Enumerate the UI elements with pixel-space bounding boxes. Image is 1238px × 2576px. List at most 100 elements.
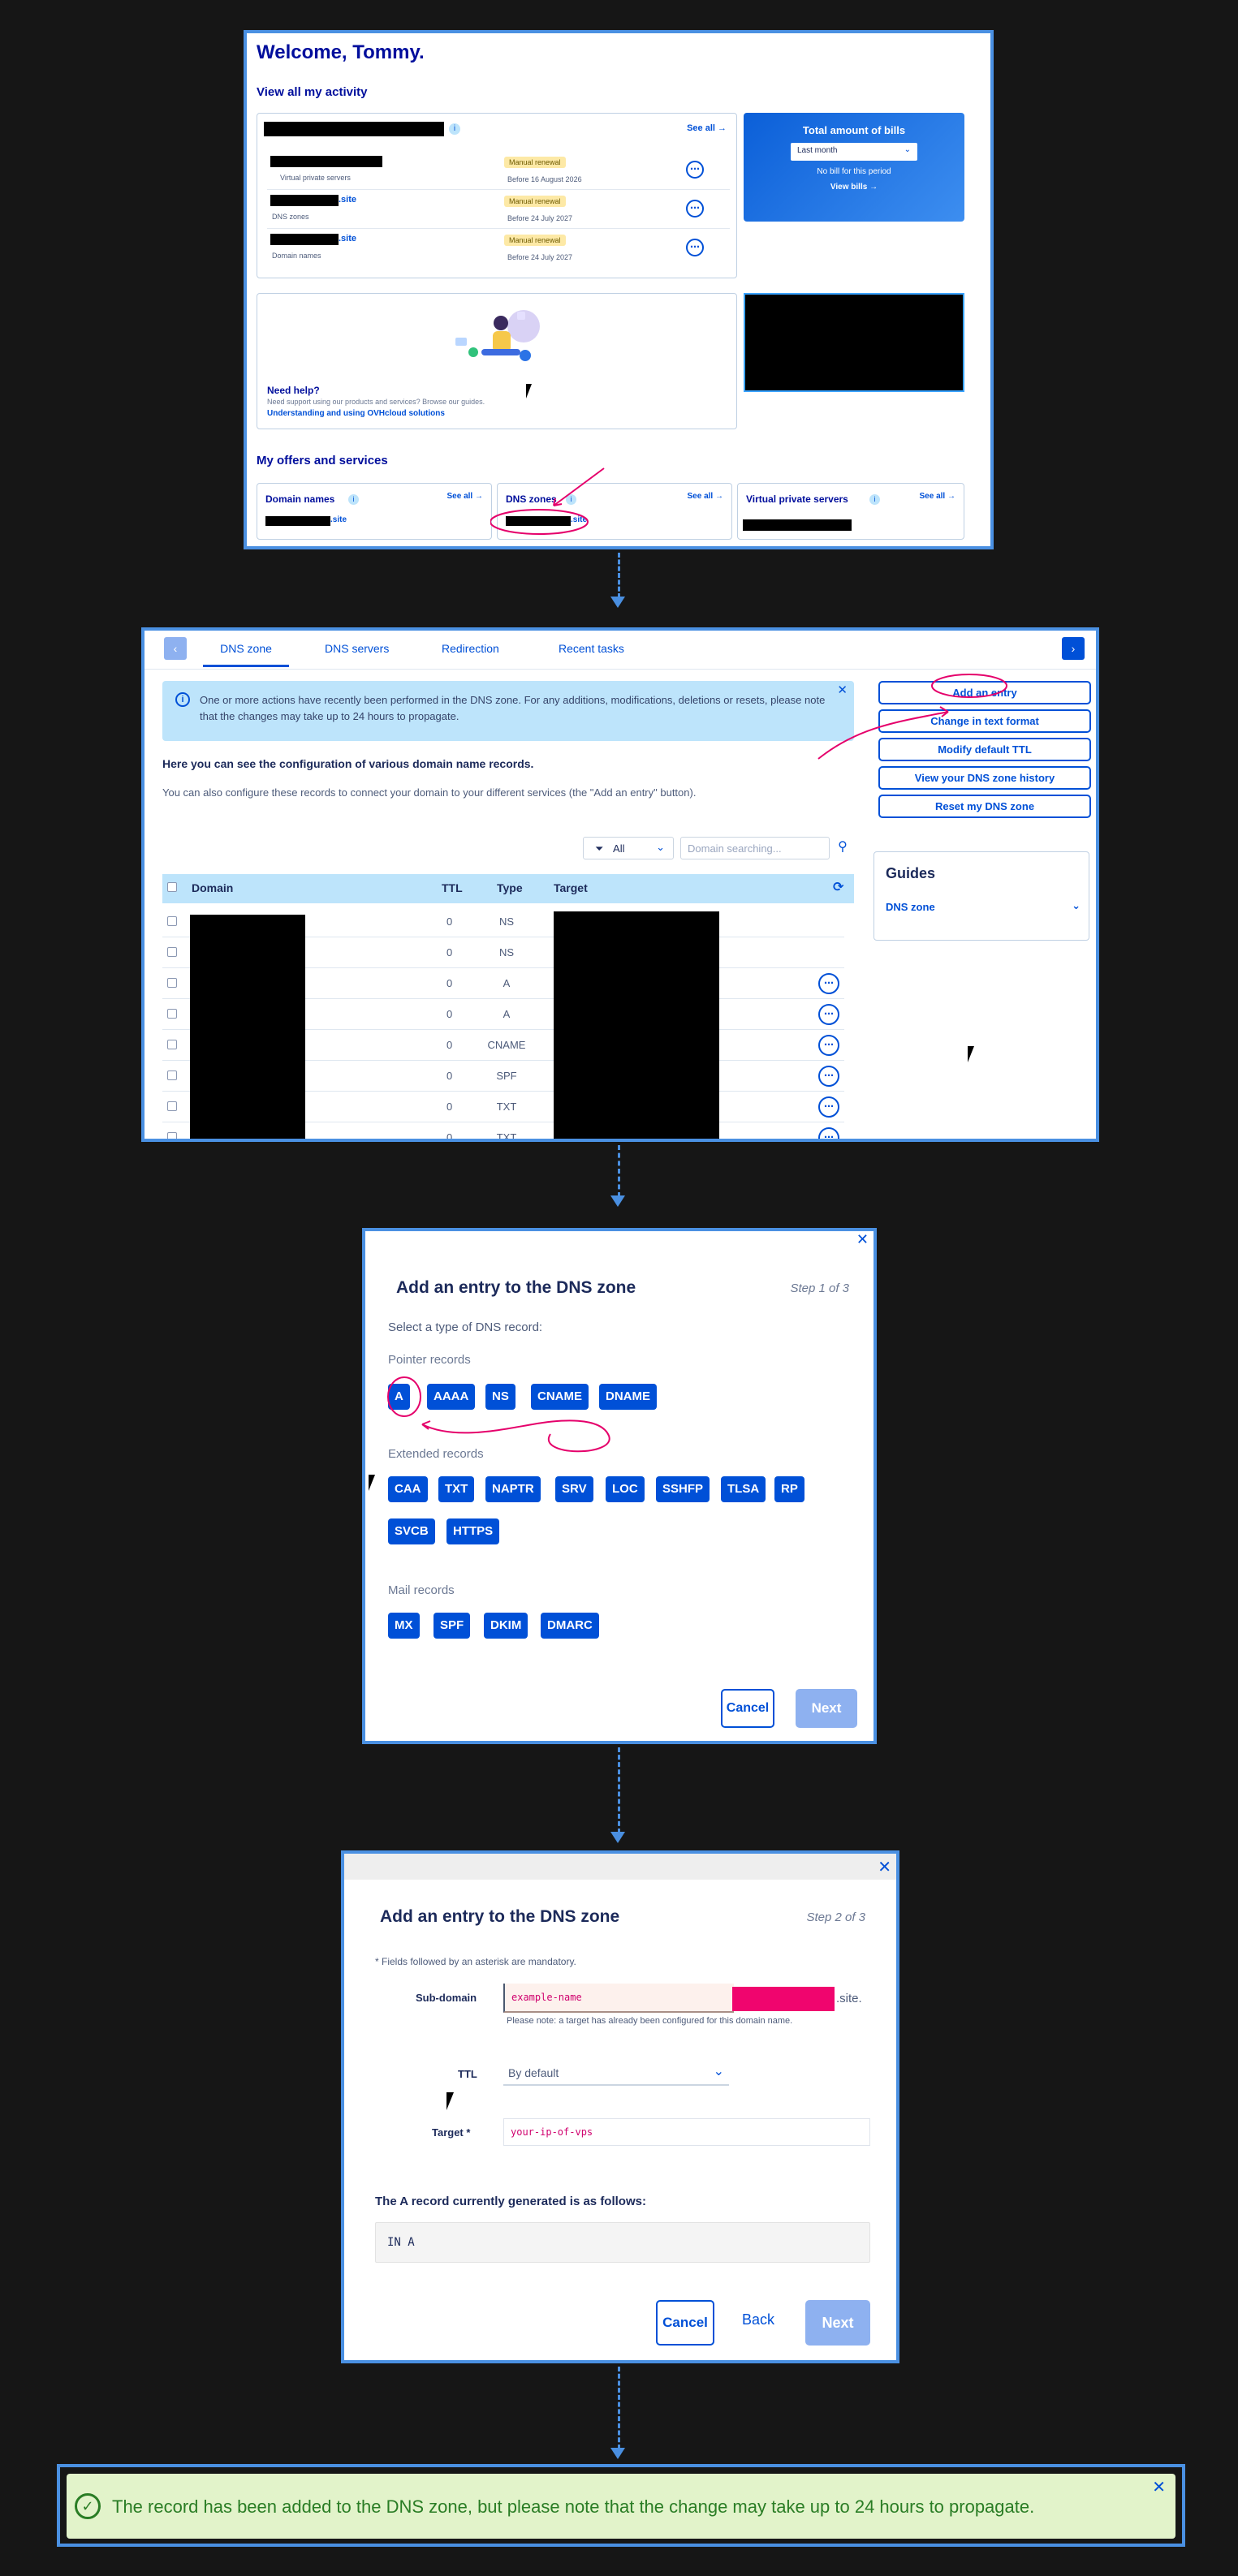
- subdomain-input[interactable]: example-name: [503, 1984, 734, 2013]
- next-button[interactable]: Next: [796, 1689, 857, 1728]
- view-bills-link[interactable]: View bills →: [744, 183, 964, 192]
- search-icon[interactable]: ⚲: [833, 838, 852, 858]
- record-type-srv-button[interactable]: SRV: [555, 1476, 593, 1502]
- chevron-down-icon: ⌄: [656, 841, 665, 853]
- success-panel: ✓ The record has been added to the DNS z…: [57, 2464, 1185, 2547]
- see-all-link[interactable]: See all →: [447, 492, 483, 501]
- record-type-dmarc-button[interactable]: DMARC: [541, 1613, 599, 1639]
- chevron-down-icon: ⌄: [904, 145, 911, 154]
- type-cell: SPF: [496, 1070, 517, 1082]
- add-entry-button[interactable]: Add an entry: [878, 681, 1091, 704]
- back-button[interactable]: Back: [734, 2311, 783, 2328]
- cancel-button[interactable]: Cancel: [721, 1689, 774, 1728]
- row-checkbox[interactable]: [167, 1101, 177, 1111]
- activity-row: .site Domain names Manual renewal Before…: [267, 230, 730, 268]
- record-type-sshfp-button[interactable]: SSHFP: [656, 1476, 710, 1502]
- more-options-button[interactable]: ⋯: [818, 1066, 839, 1087]
- activity-title: View all my activity: [257, 85, 368, 99]
- redacted-targets: [554, 911, 719, 1139]
- close-icon[interactable]: ✕: [1152, 2477, 1166, 2497]
- record-type-naptr-button[interactable]: NAPTR: [485, 1476, 541, 1502]
- tab-dns-zone[interactable]: DNS zone: [203, 642, 289, 667]
- more-options-button[interactable]: ⋯: [686, 161, 704, 179]
- info-icon: i: [449, 123, 460, 135]
- guides-item-dns-zone[interactable]: DNS zone ⌄: [886, 899, 1081, 917]
- more-options-button[interactable]: ⋯: [818, 1096, 839, 1118]
- record-type-txt-button[interactable]: TXT: [438, 1476, 475, 1502]
- ttl-select[interactable]: By default ⌄: [503, 2060, 729, 2086]
- more-options-button[interactable]: ⋯: [818, 973, 839, 994]
- activity-row: .site DNS zones Manual renewal Before 24…: [267, 192, 730, 229]
- close-icon[interactable]: ✕: [837, 683, 848, 697]
- search-input[interactable]: Domain searching...: [680, 837, 830, 859]
- record-type-aaaa-button[interactable]: AAAA: [427, 1384, 476, 1410]
- chevron-down-icon: ⌄: [1072, 899, 1081, 911]
- check-circle-icon: ✓: [75, 2493, 101, 2519]
- reset-dns-zone-button[interactable]: Reset my DNS zone: [878, 795, 1091, 818]
- cancel-button[interactable]: Cancel: [656, 2300, 714, 2346]
- modify-default-ttl-button[interactable]: Modify default TTL: [878, 738, 1091, 761]
- status-badge: Manual renewal: [504, 235, 566, 246]
- ttl-cell: 0: [446, 915, 453, 928]
- tab-redirection[interactable]: Redirection: [442, 642, 499, 655]
- select-all-checkbox[interactable]: [167, 882, 177, 892]
- record-type-spf-button[interactable]: SPF: [434, 1613, 471, 1639]
- info-icon: i: [175, 692, 190, 707]
- offer-card-domain-names: Domain names i See all → .site: [257, 483, 492, 540]
- record-type-rp-button[interactable]: RP: [774, 1476, 804, 1502]
- record-type-cname-button[interactable]: CNAME: [531, 1384, 589, 1410]
- close-icon[interactable]: ✕: [878, 1857, 891, 1877]
- record-type-a-button[interactable]: A: [388, 1384, 410, 1410]
- ttl-cell: 0: [446, 977, 453, 989]
- more-options-button[interactable]: ⋯: [686, 239, 704, 256]
- bills-card: Total amount of bills Last month ⌄ No bi…: [744, 113, 964, 222]
- more-options-button[interactable]: ⋯: [818, 1004, 839, 1025]
- see-all-link[interactable]: See all →: [920, 492, 955, 501]
- row-checkbox[interactable]: [167, 947, 177, 957]
- help-link[interactable]: Understanding and using OVHcloud solutio…: [267, 409, 445, 418]
- record-type-ns-button[interactable]: NS: [485, 1384, 515, 1410]
- tab-recent-tasks[interactable]: Recent tasks: [559, 642, 624, 655]
- info-icon: i: [566, 494, 576, 505]
- more-options-button[interactable]: ⋯: [818, 1035, 839, 1056]
- status-badge: Manual renewal: [504, 157, 566, 168]
- mouse-cursor-icon: [968, 1046, 981, 1062]
- record-type-svcb-button[interactable]: SVCB: [388, 1518, 435, 1544]
- see-all-link[interactable]: See all →: [688, 492, 723, 501]
- record-type-https-button[interactable]: HTTPS: [446, 1518, 500, 1544]
- type-cell: NS: [498, 946, 515, 958]
- activity-card: i See all → Virtual private servers Manu…: [257, 113, 737, 278]
- tab-prev-button[interactable]: ‹: [164, 637, 187, 660]
- change-text-format-button[interactable]: Change in text format: [878, 709, 1091, 733]
- view-zone-history-button[interactable]: View your DNS zone history: [878, 766, 1091, 790]
- close-icon[interactable]: ✕: [856, 1231, 869, 1248]
- record-type-dkim-button[interactable]: DKIM: [484, 1613, 528, 1639]
- row-checkbox[interactable]: [167, 978, 177, 988]
- record-type-mx-button[interactable]: MX: [388, 1613, 420, 1639]
- record-type-loc-button[interactable]: LOC: [606, 1476, 645, 1502]
- tab-next-button[interactable]: ›: [1062, 637, 1085, 660]
- refresh-icon[interactable]: ⟳: [833, 879, 843, 895]
- row-checkbox[interactable]: [167, 1070, 177, 1080]
- tab-dns-servers[interactable]: DNS servers: [325, 642, 389, 655]
- record-type-dname-button[interactable]: DNAME: [599, 1384, 657, 1410]
- period-select[interactable]: Last month ⌄: [791, 143, 917, 161]
- row-checkbox[interactable]: [167, 916, 177, 926]
- ttl-cell: 0: [446, 946, 453, 958]
- record-type-caa-button[interactable]: CAA: [388, 1476, 428, 1502]
- row-checkbox[interactable]: [167, 1040, 177, 1049]
- tab-bar: ‹ DNS zone DNS servers Redirection Recen…: [145, 631, 1096, 670]
- ttl-cell: 0: [446, 1070, 453, 1082]
- more-options-button[interactable]: ⋯: [686, 200, 704, 218]
- row-checkbox[interactable]: [167, 1009, 177, 1019]
- more-options-button[interactable]: ⋯: [818, 1127, 839, 1139]
- see-all-link[interactable]: See all →: [687, 123, 727, 133]
- target-input[interactable]: your-ip-of-vps: [503, 2118, 870, 2146]
- filter-select[interactable]: ⏷ All ⌄: [583, 837, 674, 859]
- filter-icon: ⏷: [595, 842, 604, 855]
- record-type-tlsa-button[interactable]: TLSA: [721, 1476, 766, 1502]
- success-banner: ✓ The record has been added to the DNS z…: [67, 2474, 1175, 2539]
- mouse-cursor-icon: [526, 384, 537, 398]
- row-checkbox[interactable]: [167, 1132, 177, 1139]
- next-button[interactable]: Next: [805, 2300, 870, 2346]
